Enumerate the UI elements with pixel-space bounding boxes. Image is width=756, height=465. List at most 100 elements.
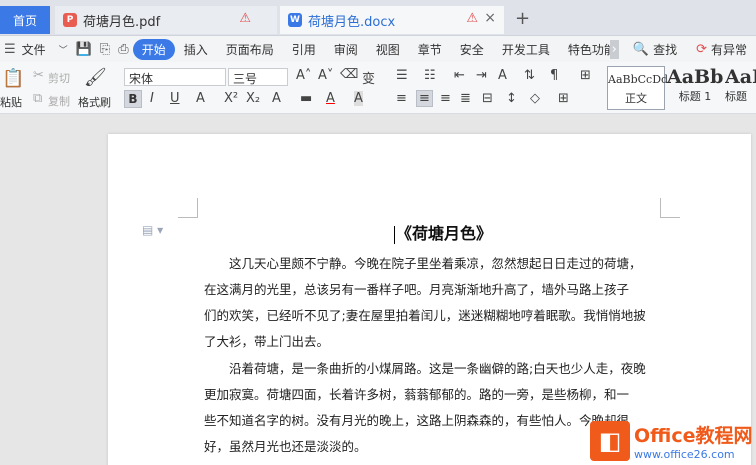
style-sample: AaBbCcDd bbox=[608, 73, 669, 86]
menu-right: › 🔍 查找 ⟳ 有异常 bbox=[609, 36, 756, 62]
strikethrough-icon[interactable]: A bbox=[196, 91, 205, 106]
print-icon[interactable]: ⎙ bbox=[114, 42, 132, 57]
phonetic-icon[interactable]: 变 bbox=[362, 68, 375, 87]
office-logo-icon: ◧ bbox=[590, 420, 630, 461]
menu-chapter[interactable]: 章节 bbox=[409, 41, 451, 58]
chevron-right-icon[interactable]: › bbox=[609, 39, 619, 59]
font-color-icon[interactable]: A bbox=[326, 91, 335, 106]
warning-icon[interactable]: ⚠ bbox=[466, 11, 478, 26]
search-button[interactable]: 查找 bbox=[653, 41, 686, 58]
italic-button[interactable]: I bbox=[150, 91, 154, 106]
grow-font-icon[interactable]: A˄ bbox=[296, 68, 311, 83]
paste-icon[interactable]: 📋 bbox=[2, 68, 24, 89]
distributed-icon[interactable]: ⊟ bbox=[482, 91, 493, 106]
format-painter-icon: 🖌 bbox=[84, 67, 107, 88]
copy-button[interactable]: 复制 bbox=[48, 93, 70, 109]
bold-button[interactable]: B bbox=[124, 90, 142, 108]
tab-home[interactable]: 首页 bbox=[0, 6, 50, 34]
copy-icon: ⧉ bbox=[33, 91, 43, 106]
sync-icon: ⟳ bbox=[696, 41, 707, 57]
menu-page-layout[interactable]: 页面布局 bbox=[217, 41, 283, 58]
ribbon-toolbar: 📋 粘贴 ✂ 剪切 ⧉ 复制 🖌 格式刷 宋体 三号 A˄ A˅ ⌫ 变 B I… bbox=[0, 62, 756, 114]
font-size-select[interactable]: 三号 bbox=[228, 68, 288, 86]
style-heading-1[interactable]: AaBb 标题 1 bbox=[667, 66, 723, 110]
justify-icon[interactable]: ≣ bbox=[460, 91, 471, 106]
tab-docx-document[interactable]: W 荷塘月色.docx ⚠ × bbox=[280, 6, 504, 34]
border-icon[interactable]: ▬ bbox=[300, 91, 312, 106]
underline-button[interactable]: U bbox=[170, 91, 180, 106]
style-heading[interactable]: AaB 标题 bbox=[725, 66, 756, 110]
tab-docx-label: 荷塘月色.docx bbox=[308, 14, 396, 30]
style-normal[interactable]: AaBbCcDd 正文 bbox=[607, 66, 669, 110]
paste-button[interactable]: 粘贴 bbox=[0, 94, 22, 110]
chinese-layout-icon[interactable]: A bbox=[498, 68, 507, 83]
font-name-select[interactable]: 宋体 bbox=[124, 68, 226, 86]
shrink-font-icon[interactable]: A˅ bbox=[318, 68, 333, 83]
warning-icon[interactable]: ⚠ bbox=[239, 11, 251, 26]
document-title-text: 《荷塘月色》 bbox=[396, 224, 493, 243]
text-line[interactable]: 了大衫，带上门出去。 bbox=[204, 329, 656, 354]
menu-insert[interactable]: 插入 bbox=[175, 41, 217, 58]
text-cursor bbox=[394, 225, 395, 244]
superscript-icon[interactable]: X² bbox=[224, 91, 238, 106]
tab-pdf-label: 荷塘月色.pdf bbox=[83, 14, 161, 30]
search-icon: 🔍 bbox=[632, 41, 650, 57]
pdf-file-icon: P bbox=[63, 13, 77, 27]
tab-bar: 首页 P 荷塘月色.pdf ⚠ W 荷塘月色.docx ⚠ × + bbox=[0, 0, 756, 36]
style-sample: AaB bbox=[725, 66, 756, 88]
save-icon[interactable]: 💾 bbox=[72, 42, 96, 57]
new-tab-icon[interactable]: + bbox=[515, 8, 530, 29]
char-shading-icon[interactable]: A bbox=[354, 91, 363, 106]
margin-corner-top-right bbox=[660, 198, 680, 218]
format-painter-button[interactable]: 格式刷 bbox=[78, 94, 111, 110]
exception-button[interactable]: 有异常 bbox=[711, 41, 756, 58]
subscript-icon[interactable]: X₂ bbox=[246, 91, 260, 106]
logo-main-text: Office教程网 bbox=[634, 424, 753, 447]
close-icon[interactable]: × bbox=[484, 10, 496, 26]
word-file-icon: W bbox=[288, 13, 302, 27]
chevron-down-icon[interactable]: ﹀ bbox=[55, 43, 72, 56]
style-label: 正文 bbox=[625, 92, 647, 105]
menu-view[interactable]: 视图 bbox=[367, 41, 409, 58]
margin-corner-top-left bbox=[178, 198, 198, 218]
shading-icon[interactable]: ◇ bbox=[530, 91, 540, 106]
text-line[interactable]: 们的欢笑，已经听不见了;妻在屋里拍着闰儿，迷迷糊糊地哼着眠歌。我悄悄地披 bbox=[204, 303, 656, 328]
menu-file[interactable]: 文件 bbox=[20, 41, 55, 58]
tab-pdf-document[interactable]: P 荷塘月色.pdf ⚠ bbox=[55, 6, 277, 34]
style-sample: AaBb bbox=[667, 66, 724, 88]
bullet-list-icon[interactable]: ☰ bbox=[396, 68, 408, 83]
text-line[interactable]: 好，虽然月光也还是淡淡的。 bbox=[204, 434, 656, 459]
align-left-icon[interactable]: ≡ bbox=[396, 91, 407, 106]
menu-home[interactable]: 开始 bbox=[132, 38, 175, 60]
document-workspace[interactable]: ▤ ▾ 《荷塘月色》 这几天心里颇不宁静。今晚在院子里坐着乘凉，忽然想起日日走过… bbox=[0, 115, 756, 465]
text-line[interactable]: 沿着荷塘，是一条曲折的小煤屑路。这是一条幽僻的路;白天也少人走，夜晚 bbox=[204, 356, 656, 381]
text-line[interactable]: 这几天心里颇不宁静。今晚在院子里坐着乘凉，忽然想起日日走过的荷塘， bbox=[204, 251, 656, 276]
cut-button[interactable]: 剪切 bbox=[48, 70, 70, 86]
menu-bar: ☰ 文件 ﹀ 💾 ⎘ ⎙ 开始 插入 页面布局 引用 审阅 视图 章节 安全 开… bbox=[0, 36, 756, 62]
hamburger-icon[interactable]: ☰ bbox=[0, 42, 20, 57]
line-spacing-icon[interactable]: ↕ bbox=[506, 91, 517, 106]
menu-developer[interactable]: 开发工具 bbox=[493, 41, 559, 58]
export-pdf-icon[interactable]: ⎘ bbox=[96, 42, 114, 57]
highlight-icon[interactable]: A bbox=[272, 91, 281, 106]
logo-url-text: www.office26.com bbox=[634, 447, 735, 461]
sort-icon[interactable]: ⇅ bbox=[524, 68, 535, 83]
menu-review[interactable]: 审阅 bbox=[325, 41, 367, 58]
align-right-icon[interactable]: ≡ bbox=[440, 91, 451, 106]
document-title[interactable]: 《荷塘月色》 bbox=[394, 220, 492, 244]
site-watermark-logo: ◧ Office教程网 www.office26.com bbox=[590, 416, 756, 465]
numbered-list-icon[interactable]: ☷ bbox=[424, 68, 436, 83]
borders-icon[interactable]: ⊞ bbox=[558, 91, 569, 106]
decrease-indent-icon[interactable]: ⇤ bbox=[454, 68, 465, 83]
align-center-icon[interactable]: ≡ bbox=[416, 90, 433, 107]
paragraph-layout-icon[interactable]: ▤ ▾ bbox=[142, 223, 163, 237]
clear-format-icon[interactable]: ⌫ bbox=[340, 67, 358, 82]
menu-references[interactable]: 引用 bbox=[283, 41, 325, 58]
text-line[interactable]: 在这满月的光里，总该另有一番样子吧。月亮渐渐地升高了，墙外马路上孩子 bbox=[204, 277, 656, 302]
show-marks-icon[interactable]: ¶ bbox=[550, 68, 558, 83]
increase-indent-icon[interactable]: ⇥ bbox=[476, 68, 487, 83]
text-line[interactable]: 些不知道名字的树。没有月光的晚上，这路上阴森森的，有些怕人。今晚却很 bbox=[204, 408, 656, 433]
table-icon[interactable]: ⊞ bbox=[580, 68, 591, 83]
text-line[interactable]: 更加寂寞。荷塘四面，长着许多树，蓊蓊郁郁的。路的一旁，是些杨柳，和一 bbox=[204, 382, 656, 407]
menu-security[interactable]: 安全 bbox=[451, 41, 493, 58]
